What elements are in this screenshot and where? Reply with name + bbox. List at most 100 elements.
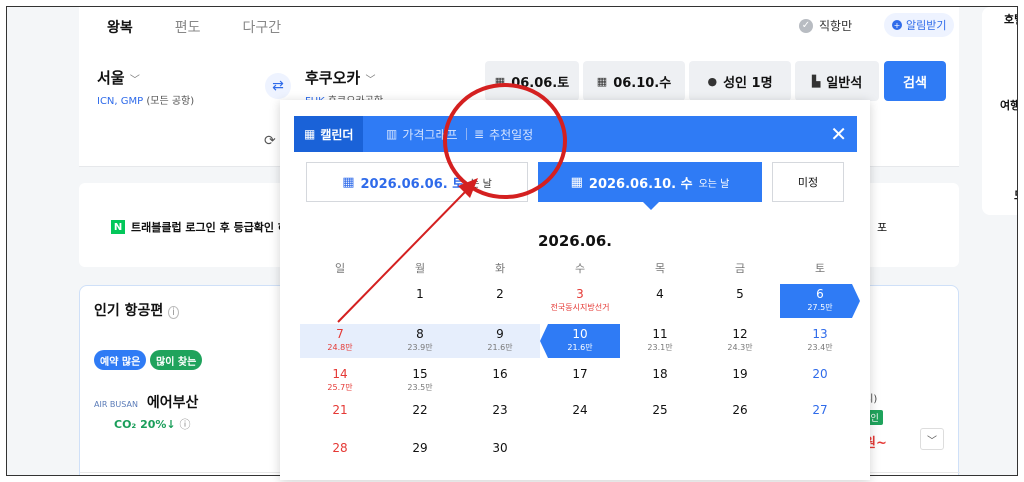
- depart-date-field[interactable]: ▦ 2026.06.06. 토 는 날: [306, 162, 528, 202]
- tab-one-way[interactable]: 편도: [175, 17, 201, 37]
- calendar-day[interactable]: 16: [460, 364, 540, 398]
- calendar-day[interactable]: 13 23.4만: [780, 324, 860, 358]
- weekday-label: 화: [494, 262, 506, 275]
- chevron-down-icon: ﹀: [365, 75, 376, 86]
- alert-button[interactable]: + 알림받기: [884, 13, 955, 37]
- day-number: 16: [492, 367, 508, 381]
- calendar-day[interactable]: 23: [460, 400, 540, 434]
- calendar-day[interactable]: 15 23.5만: [380, 364, 460, 398]
- day-price: 24.3만: [727, 343, 753, 352]
- side-item-hotel[interactable]: 호텔: [1004, 11, 1017, 27]
- chip-most-booked[interactable]: 예약 많은: [94, 350, 147, 370]
- calendar-icon: ▦: [342, 174, 355, 190]
- destination-city: 후쿠오카: [305, 69, 361, 87]
- undecided-button[interactable]: 미정: [772, 162, 844, 202]
- calendar-day[interactable]: 4: [620, 284, 700, 318]
- close-icon[interactable]: ✕: [830, 122, 847, 146]
- weekday-label: 수: [574, 262, 586, 275]
- calendar-day[interactable]: 2: [460, 284, 540, 318]
- side-item-travel[interactable]: 여행: [1000, 97, 1017, 113]
- day-price: 24.8만: [327, 343, 353, 352]
- calendar-day[interactable]: 12 24.3만: [700, 324, 780, 358]
- day-price: 전국동시지방선거: [550, 303, 610, 312]
- day-price: 25.7만: [327, 383, 353, 392]
- expand-chevron-icon[interactable]: ﹀: [920, 428, 944, 450]
- day-number: 11: [652, 327, 668, 341]
- swap-icon[interactable]: ⇄: [265, 73, 291, 99]
- alert-button-label: 알림받기: [906, 19, 947, 32]
- tab-recommended[interactable]: ≣ 추천일정: [474, 116, 533, 152]
- seat-icon: ▙: [811, 74, 821, 88]
- calendar-day[interactable]: 18: [620, 364, 700, 398]
- calendar-day[interactable]: 10 21.6만: [540, 324, 620, 358]
- calendar-day[interactable]: 5: [700, 284, 780, 318]
- day-number: 2: [496, 287, 504, 301]
- day-number: 18: [652, 367, 668, 381]
- calendar-day[interactable]: 28: [300, 438, 380, 472]
- direct-only-toggle[interactable]: ✓ 직항만: [799, 17, 852, 34]
- chip-most-searched[interactable]: 많이 찾는: [150, 350, 203, 370]
- calendar-day[interactable]: 1: [380, 284, 460, 318]
- calendar-day[interactable]: 7 24.8만: [300, 324, 380, 358]
- depart-date-label: 06.06.토: [511, 75, 570, 91]
- tab-price-graph[interactable]: ▥ 가격그래프: [386, 116, 458, 152]
- divider: [466, 128, 467, 140]
- tab-price-graph-label: 가격그래프: [402, 127, 458, 142]
- calendar-day[interactable]: 25: [620, 400, 700, 434]
- search-button[interactable]: 검색: [884, 61, 946, 101]
- calendar-header: ▦ 캘린더 ▥ 가격그래프 ≣ 추천일정 ✕: [294, 116, 857, 152]
- check-icon: ✓: [799, 18, 813, 33]
- calendar-icon: ▦: [596, 74, 608, 88]
- weekday-label: 목: [654, 262, 666, 275]
- calendar-day[interactable]: 3 전국동시지방선거: [540, 284, 620, 318]
- origin-city: 서울: [97, 69, 125, 87]
- calendar-day[interactable]: 22: [380, 400, 460, 434]
- calendar-day[interactable]: 19: [700, 364, 780, 398]
- calendar-day[interactable]: 30: [460, 438, 540, 472]
- return-date-field[interactable]: ▦ 2026.06.10. 수 오는 날: [538, 162, 762, 202]
- weekday-label: 월: [414, 262, 426, 275]
- calendar-day[interactable]: 9 21.6만: [460, 324, 540, 358]
- tab-round-trip[interactable]: 왕복: [107, 17, 133, 37]
- month-title: 2026.06.: [537, 232, 613, 250]
- calendar-day[interactable]: 6 27.5만: [780, 284, 860, 318]
- info-icon[interactable]: ⓘ: [179, 418, 190, 431]
- return-date-label: 06.10.수: [613, 75, 672, 91]
- day-number: 22: [412, 403, 428, 417]
- weekday-label: 토: [814, 262, 826, 275]
- day-number: 19: [732, 367, 748, 381]
- calendar-day[interactable]: 14 25.7만: [300, 364, 380, 398]
- tab-calendar[interactable]: ▦ 캘린더: [294, 116, 364, 152]
- origin-selector[interactable]: 서울 ﹀ ICN, GMP (모든 공항): [97, 67, 194, 107]
- return-date-suffix: 오는 날: [698, 178, 730, 190]
- calendar-day[interactable]: 8 23.9만: [380, 324, 460, 358]
- info-icon[interactable]: i: [168, 306, 179, 319]
- calendar-day[interactable]: 20: [780, 364, 860, 398]
- day-number: 4: [656, 287, 664, 301]
- calendar-day[interactable]: 24: [540, 400, 620, 434]
- day-price: 23.4만: [807, 343, 833, 352]
- return-date-button[interactable]: ▦ 06.10.수: [583, 61, 685, 101]
- depart-date-button[interactable]: ▦ 06.06.토: [485, 61, 579, 101]
- side-item-more[interactable]: 모: [1014, 187, 1017, 203]
- direct-only-label: 직항만: [819, 19, 853, 33]
- calendar-day[interactable]: 11 23.1만: [620, 324, 700, 358]
- calendar-day[interactable]: 17: [540, 364, 620, 398]
- day-number: 29: [412, 441, 428, 455]
- calendar-day[interactable]: 21: [300, 400, 380, 434]
- refresh-icon[interactable]: ⟳: [264, 133, 276, 149]
- passenger-button[interactable]: ● 성인 1명: [689, 61, 791, 101]
- day-number: 12: [732, 327, 748, 341]
- tab-multi-city[interactable]: 다구간: [243, 17, 282, 37]
- cabin-class-button[interactable]: ▙ 일반석: [795, 61, 879, 101]
- day-number: 27: [812, 403, 828, 417]
- day-number: 9: [496, 327, 504, 341]
- calendar-day[interactable]: 29: [380, 438, 460, 472]
- day-number: 5: [736, 287, 744, 301]
- plus-icon: +: [892, 20, 902, 30]
- calendar-day[interactable]: 26: [700, 400, 780, 434]
- calendar-day[interactable]: 27: [780, 400, 860, 434]
- banner-text: 트래블클럽 로그인 후 등급확인 하: [131, 221, 288, 234]
- banner-right-text: 포: [877, 221, 888, 234]
- day-number: 20: [812, 367, 828, 381]
